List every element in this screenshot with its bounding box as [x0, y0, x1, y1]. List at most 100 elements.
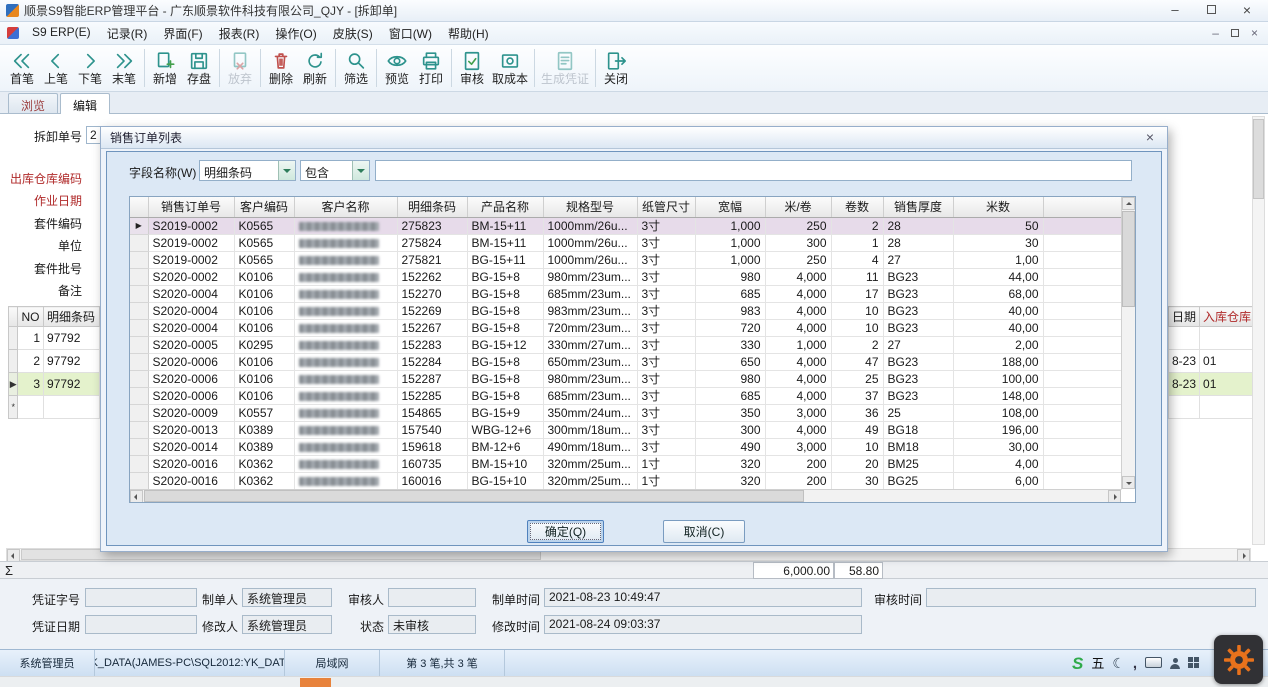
wubi-mode-icon[interactable]: 五 [1091, 657, 1104, 670]
voucher-no-field[interactable] [85, 588, 197, 607]
dropdown-arrow-icon[interactable] [352, 161, 369, 180]
detail-row[interactable]: 8-2301 [1169, 350, 1253, 373]
maximize-button[interactable] [1194, 0, 1228, 21]
row-selector-cell[interactable] [9, 327, 18, 350]
sales-order-row[interactable]: S2020-0016K0362160016BG-15+10320mm/25um.… [130, 472, 1121, 489]
barcode-column-header[interactable]: 明细条码 [44, 307, 100, 327]
menu-item-3[interactable]: 界面(F) [155, 22, 210, 45]
sogou-ime-icon[interactable]: S [1072, 655, 1083, 672]
grid-vertical-scrollbar[interactable] [1121, 197, 1135, 489]
row-selector-cell[interactable] [130, 319, 148, 336]
menu-item-8[interactable]: 帮助(H) [440, 22, 497, 45]
column-header[interactable]: 米/卷 [765, 197, 831, 217]
sales-order-row[interactable]: S2020-0013K0389157540WBG-12+6300mm/18um.… [130, 421, 1121, 438]
sales-order-row[interactable]: S2020-0006K0106152284BG-15+8650mm/23um..… [130, 353, 1121, 370]
row-selector-cell[interactable] [130, 421, 148, 438]
row-selector-cell[interactable] [130, 234, 148, 251]
row-selector-cell[interactable] [130, 370, 148, 387]
main-vertical-scrollbar[interactable] [1252, 116, 1265, 545]
row-selector-cell[interactable]: ▶ [130, 217, 148, 234]
toolbar-button-nav-last[interactable]: 末笔 [107, 48, 141, 88]
dialog-titlebar[interactable]: 销售订单列表 × [101, 127, 1167, 149]
sales-order-row[interactable]: ▶S2019-0002K0565275823BM-15+111000mm/26u… [130, 217, 1121, 234]
field-name-select[interactable]: 明细条码 [199, 160, 296, 181]
tab-edit[interactable]: 编辑 [60, 93, 110, 114]
column-header[interactable]: 卷数 [831, 197, 883, 217]
mdi-close-button[interactable]: × [1251, 26, 1258, 40]
toolbar-button-print[interactable]: 打印 [414, 48, 448, 88]
sales-order-row[interactable]: S2020-0004K0106152269BG-15+8983mm/23um..… [130, 302, 1121, 319]
toolbar-button-audit[interactable]: 审核 [455, 48, 489, 88]
keyboard-icon[interactable] [1145, 657, 1162, 670]
toolbar-button-refresh[interactable]: 刷新 [298, 48, 332, 88]
scroll-down-button[interactable] [1122, 476, 1135, 489]
toolbar-button-nav-next[interactable]: 下笔 [73, 48, 107, 88]
tab-browse[interactable]: 浏览 [8, 93, 58, 113]
row-selector-cell[interactable] [130, 336, 148, 353]
row-selector-cell[interactable] [130, 455, 148, 472]
toolbar-button-delete[interactable]: 删除 [264, 48, 298, 88]
detail-row[interactable]: ▶397792 [9, 373, 100, 396]
column-header[interactable]: 宽幅 [695, 197, 765, 217]
detail-row[interactable]: 197792 [9, 327, 100, 350]
sales-order-row[interactable]: S2020-0002K0106152262BG-15+8980mm/23um..… [130, 268, 1121, 285]
menu-item-6[interactable]: 皮肤(S) [325, 22, 381, 45]
filter-value-input[interactable] [375, 160, 1132, 181]
row-selector-cell[interactable] [130, 302, 148, 319]
row-selector-cell[interactable] [9, 350, 18, 373]
scroll-thumb[interactable] [144, 490, 804, 502]
taskbar-app-indicator[interactable] [300, 678, 331, 687]
cancel-button[interactable]: 取消(C) [663, 520, 745, 543]
row-selector-cell[interactable] [130, 438, 148, 455]
row-selector-cell[interactable] [130, 353, 148, 370]
mdi-minimize-button[interactable]: – [1212, 26, 1219, 40]
menu-grid-icon[interactable] [1188, 657, 1199, 670]
menu-item-7[interactable]: 窗口(W) [381, 22, 440, 45]
toolbar-button-nav-first[interactable]: 首笔 [5, 48, 39, 88]
operator-select[interactable]: 包含 [300, 160, 370, 181]
date-column-header[interactable]: 日期 [1169, 307, 1200, 327]
menu-item-5[interactable]: 操作(O) [267, 22, 324, 45]
toolbar-button-new[interactable]: 新增 [148, 48, 182, 88]
dialog-close-button[interactable]: × [1141, 129, 1159, 145]
column-header[interactable]: 纸管尺寸 [637, 197, 695, 217]
moon-mode-icon[interactable]: ☾ [1112, 656, 1125, 670]
row-selector-cell[interactable]: ▶ [9, 373, 18, 396]
column-header[interactable]: 客户名称 [294, 197, 397, 217]
menu-item-1[interactable]: S9 ERP(E) [24, 22, 99, 45]
scroll-thumb[interactable] [1122, 211, 1135, 307]
toolbar-button-preview[interactable]: 预览 [380, 48, 414, 88]
scroll-up-button[interactable] [1122, 197, 1135, 210]
detail-row[interactable]: 8-2301 [1169, 373, 1253, 396]
toolbar-button-save[interactable]: 存盘 [182, 48, 216, 88]
row-selector-cell[interactable] [130, 251, 148, 268]
menu-item-2[interactable]: 记录(R) [99, 22, 156, 45]
row-selector-cell[interactable] [130, 285, 148, 302]
user-profile-icon[interactable] [1170, 658, 1180, 669]
sales-order-row[interactable]: S2020-0014K0389159618BM-12+6490mm/18um..… [130, 438, 1121, 455]
toolbar-button-cost[interactable]: 取成本 [489, 48, 531, 88]
column-header[interactable]: 客户编码 [234, 197, 294, 217]
detail-row[interactable] [1169, 327, 1253, 350]
voucher-date-field[interactable] [85, 615, 197, 634]
toolbar-button-nav-prev[interactable]: 上笔 [39, 48, 73, 88]
detail-row[interactable] [1169, 396, 1253, 419]
sales-order-row[interactable]: S2020-0016K0362160735BM-15+10320mm/25um.… [130, 455, 1121, 472]
row-selector-cell[interactable]: * [9, 396, 18, 419]
mdi-restore-button[interactable] [1231, 25, 1239, 40]
row-selector-cell[interactable] [130, 404, 148, 421]
ok-button[interactable]: 确定(Q) [527, 520, 604, 543]
toolbar-button-exit[interactable]: 关闭 [599, 48, 633, 88]
row-selector-cell[interactable] [130, 268, 148, 285]
scroll-right-button[interactable] [1108, 490, 1121, 503]
sales-order-row[interactable]: S2020-0005K0295152283BG-15+12330mm/27um.… [130, 336, 1121, 353]
column-header[interactable]: 产品名称 [467, 197, 543, 217]
scroll-left-button[interactable] [130, 490, 143, 503]
sales-order-row[interactable]: S2019-0002K0565275821BG-15+111000mm/26u.… [130, 251, 1121, 268]
column-header[interactable]: 销售厚度 [883, 197, 953, 217]
punctuation-mode-icon[interactable]: , [1133, 656, 1137, 671]
sales-order-row[interactable]: S2020-0004K0106152267BG-15+8720mm/23um..… [130, 319, 1121, 336]
detail-row[interactable]: 297792 [9, 350, 100, 373]
column-header[interactable]: 销售订单号 [148, 197, 234, 217]
sales-order-row[interactable]: S2019-0002K0565275824BM-15+111000mm/26u.… [130, 234, 1121, 251]
